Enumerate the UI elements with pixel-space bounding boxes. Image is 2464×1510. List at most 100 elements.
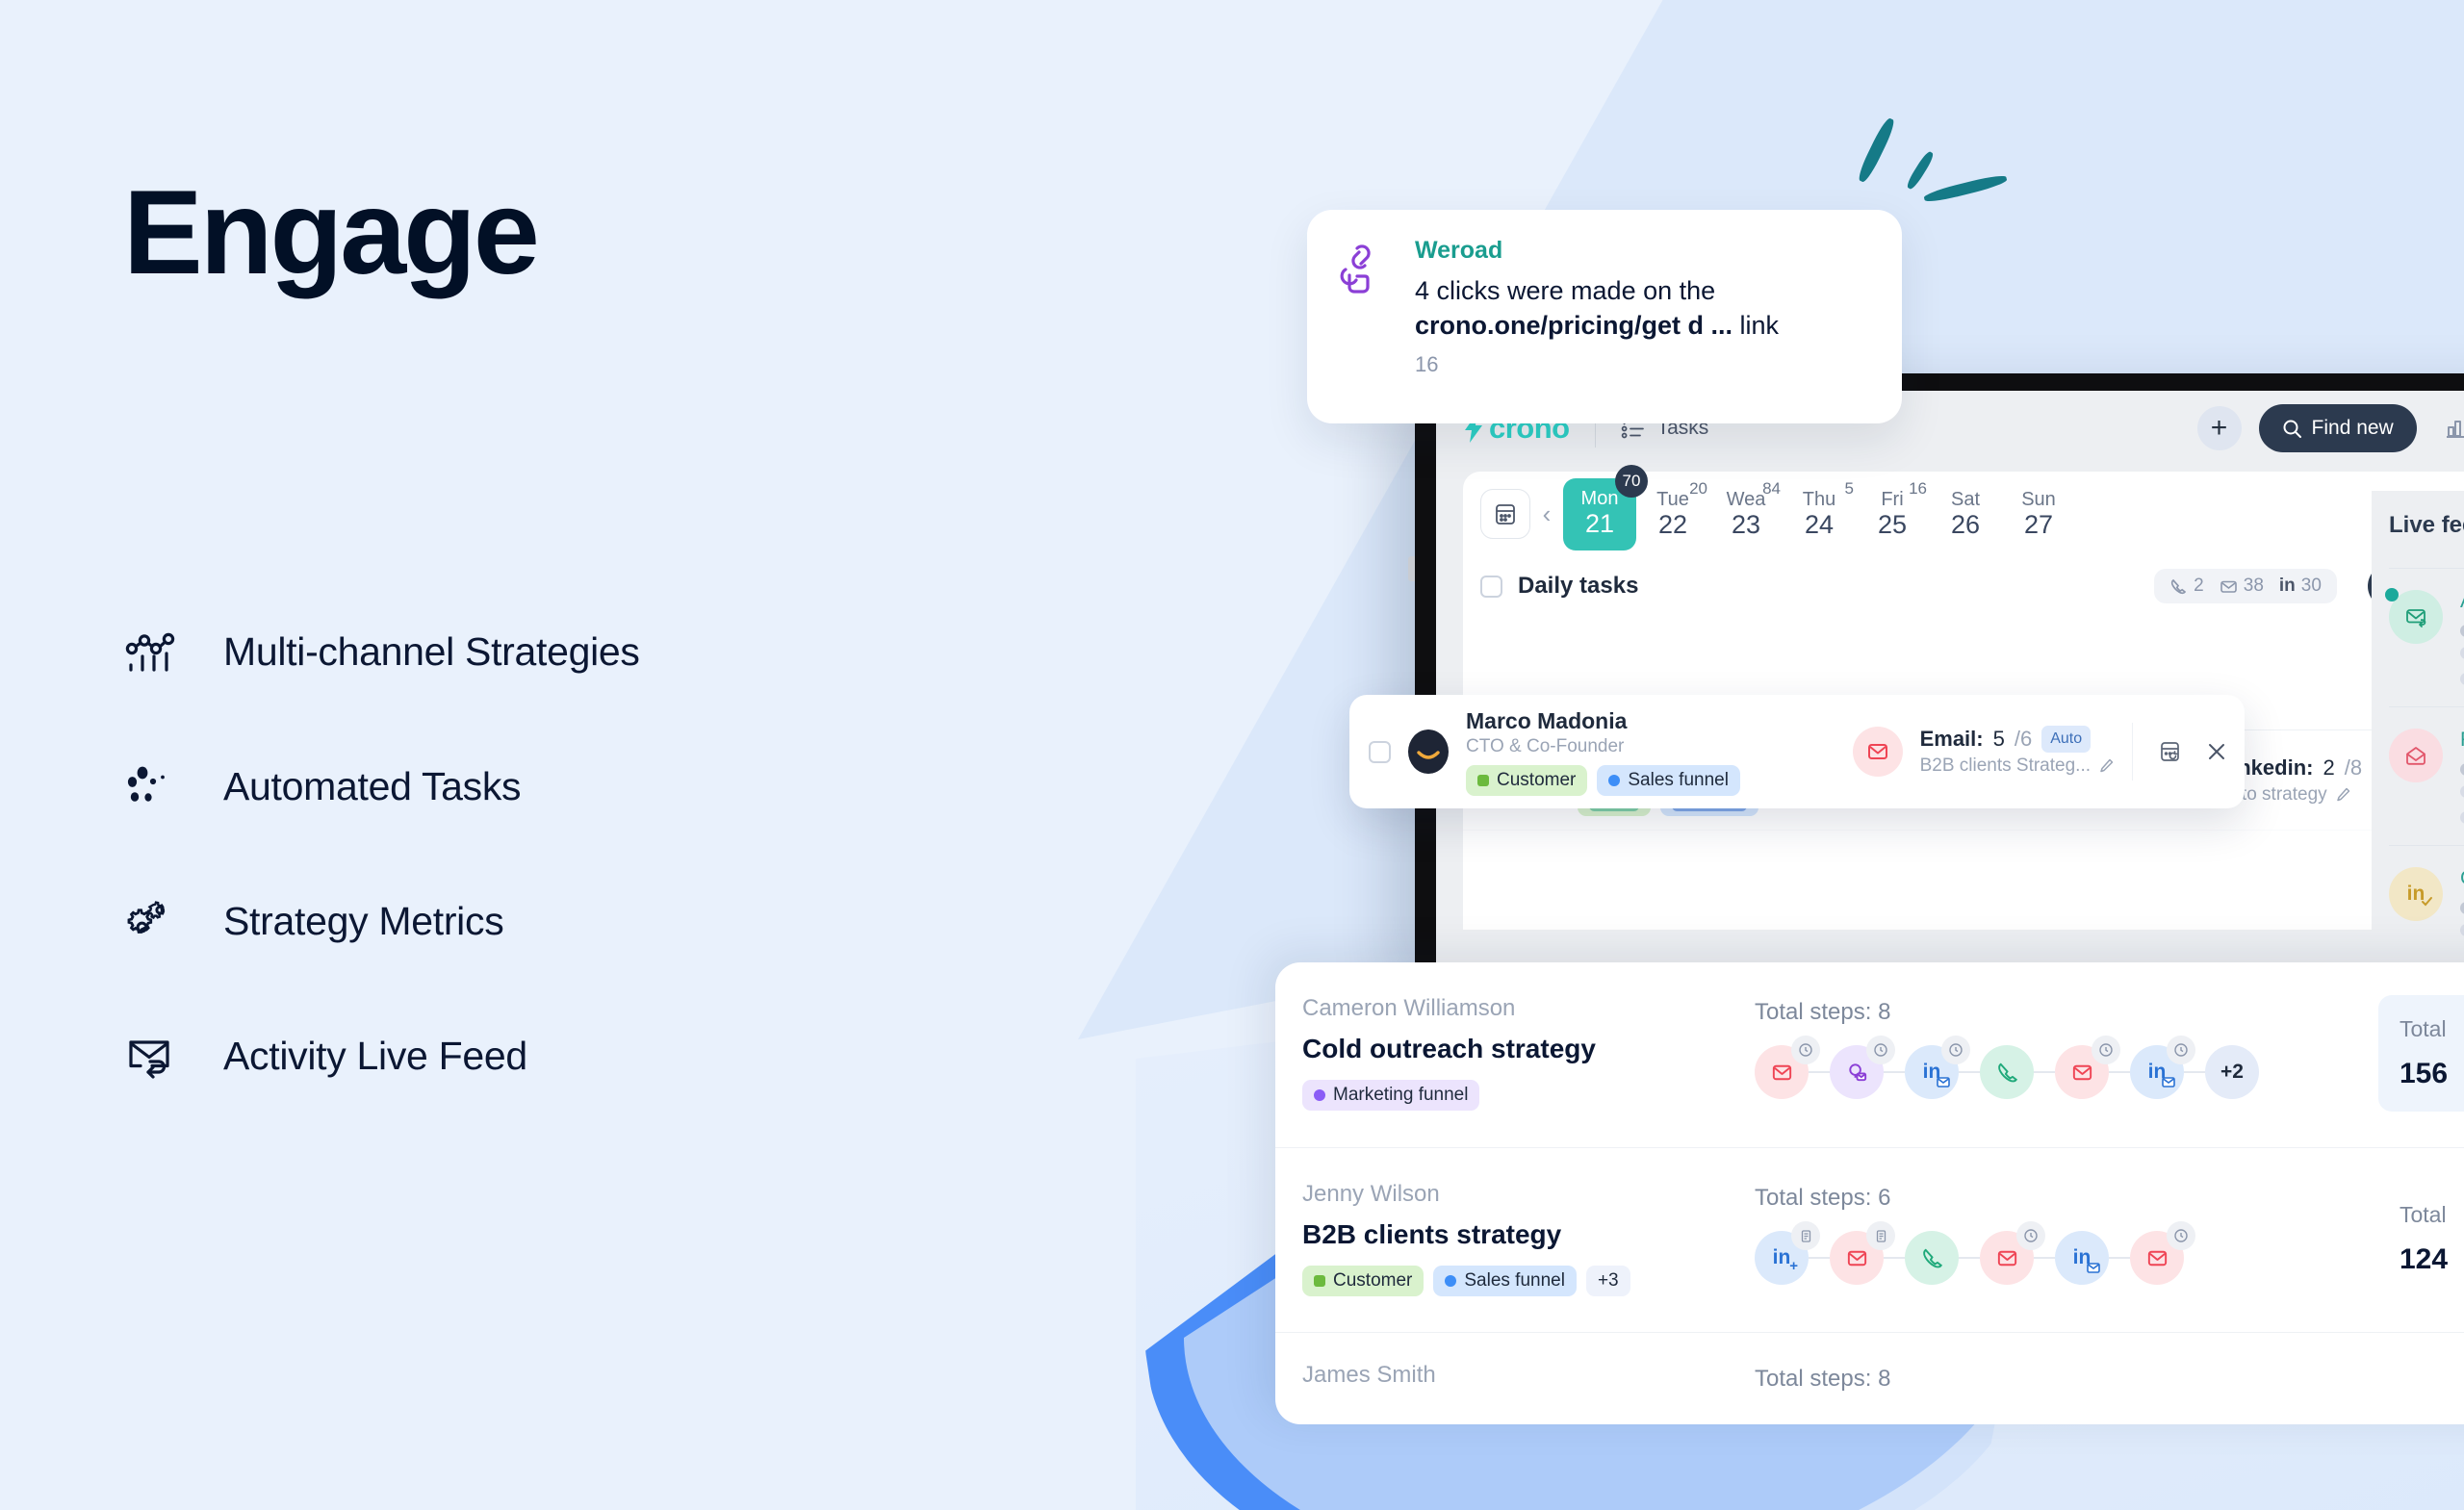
day-mon[interactable]: 70 Mon 21 bbox=[1563, 464, 1648, 550]
toast-lead: 4 clicks were made on the bbox=[1415, 276, 1716, 305]
email-count: 38 bbox=[2220, 576, 2264, 597]
linkedin-add-icon[interactable]: in + bbox=[1755, 1221, 1820, 1285]
bar-chart-icon[interactable] bbox=[2438, 411, 2464, 446]
tablet-device: crono Tasks + Find new ‹ 70 Mon 21 20 Tu… bbox=[1408, 373, 2464, 970]
list-item[interactable]: Pay pal bbox=[2389, 706, 2464, 845]
day-sun[interactable]: Sun 27 bbox=[2002, 489, 2075, 540]
row-checkbox[interactable] bbox=[1369, 740, 1391, 763]
connector bbox=[2109, 1071, 2130, 1073]
strategy-owner: James Smith bbox=[1302, 1362, 1436, 1388]
connector bbox=[1959, 1257, 1980, 1259]
close-icon[interactable] bbox=[2204, 739, 2229, 764]
prev-week-button[interactable]: ‹ bbox=[1530, 499, 1563, 529]
linkedin-email-icon[interactable]: in bbox=[2130, 1036, 2195, 1099]
strategy-steps: Total steps: 8 bbox=[1755, 1362, 2378, 1412]
tag-more[interactable]: +3 bbox=[1585, 1266, 1630, 1296]
linkedin-email-icon[interactable]: in bbox=[2055, 1231, 2109, 1285]
doc-icon bbox=[1866, 1221, 1895, 1250]
live-dot-icon bbox=[2385, 588, 2399, 601]
daily-tasks-bar: Daily tasks 2 38 in 30 bbox=[1463, 556, 2464, 616]
table-row[interactable]: James Smith Total steps: 8 bbox=[1275, 1332, 2464, 1424]
feature-item-automated-tasks: Automated Tasks bbox=[123, 741, 640, 832]
table-row[interactable]: Jenny Wilson B2B clients strategy Custom… bbox=[1275, 1147, 2464, 1332]
day-number: 21 bbox=[1584, 508, 1615, 538]
table-row[interactable]: Cameron Williamson Cold outreach strateg… bbox=[1275, 962, 2464, 1147]
pencil-icon[interactable] bbox=[2335, 786, 2351, 803]
day-thu[interactable]: 5 Thu 24 bbox=[1783, 479, 1856, 540]
strategy-info: Jenny Wilson B2B clients strategy Custom… bbox=[1302, 1181, 1755, 1296]
doc-icon bbox=[1791, 1221, 1820, 1250]
feed-item-body: Pay pal bbox=[2460, 729, 2464, 824]
phone-icon[interactable] bbox=[1905, 1231, 1959, 1285]
placeholder-line bbox=[2460, 647, 2464, 659]
page-root: Engage Multi-channel Strategies Automate… bbox=[0, 0, 2464, 1510]
envelope-reply-icon bbox=[2385, 588, 2443, 644]
table-row[interactable] bbox=[1463, 830, 2464, 930]
step-total: /6 bbox=[2014, 727, 2033, 752]
day-name: Sat bbox=[1950, 488, 1981, 510]
calendar-icon[interactable] bbox=[1480, 489, 1530, 539]
day-sat[interactable]: Sat 26 bbox=[1929, 489, 2002, 540]
phone-icon[interactable] bbox=[1980, 1045, 2034, 1099]
tablet-button bbox=[1408, 556, 1415, 581]
email-icon[interactable] bbox=[1830, 1221, 1895, 1285]
step-done: 2 bbox=[2323, 755, 2335, 780]
tag-sales-funnel[interactable]: Sales funnel bbox=[1597, 764, 1740, 796]
pencil-icon[interactable] bbox=[2098, 757, 2115, 774]
toast-body: Weroad 4 clicks were made on the crono.o… bbox=[1415, 237, 1873, 423]
total-steps-label: Total steps: 8 bbox=[1755, 1366, 1891, 1392]
click-email-icon[interactable] bbox=[1830, 1036, 1895, 1099]
tag-dot-icon bbox=[1477, 774, 1489, 786]
tag-customer[interactable]: Customer bbox=[1302, 1266, 1424, 1296]
total-value: 124 bbox=[2400, 1243, 2449, 1275]
email-icon[interactable] bbox=[1980, 1221, 2045, 1285]
tag-marketing-funnel[interactable]: Marketing funnel bbox=[1302, 1080, 1480, 1111]
list-item[interactable]: in Google bbox=[2389, 845, 2464, 967]
envelope-icon bbox=[2220, 577, 2238, 596]
toast-link[interactable]: crono.one/pricing/get d ... bbox=[1415, 311, 1732, 340]
live-feed-title: Live feed bbox=[2389, 512, 2464, 538]
strategy-steps: Total steps: 6 in + in bbox=[1755, 1181, 2378, 1285]
total-label: Total bbox=[2400, 1016, 2447, 1041]
day-number: 24 bbox=[1804, 509, 1835, 539]
day-name: Sun bbox=[2021, 488, 2056, 510]
add-button[interactable]: + bbox=[2196, 406, 2242, 450]
day-fri[interactable]: 16 Fri 25 bbox=[1856, 479, 1929, 540]
more-steps-button[interactable]: +2 bbox=[2205, 1045, 2259, 1099]
toast-tail: link bbox=[1732, 310, 1780, 340]
connector bbox=[1884, 1257, 1905, 1259]
connector bbox=[1959, 1071, 1980, 1073]
linkedin-email-icon[interactable]: in bbox=[1905, 1036, 1970, 1099]
clock-icon bbox=[2092, 1036, 2120, 1064]
page-title: Engage bbox=[123, 166, 540, 299]
list-item[interactable]: Amazon bbox=[2385, 568, 2464, 706]
analytics-chart-icon bbox=[123, 625, 177, 678]
channel-counters: 2 38 in 30 bbox=[2154, 569, 2337, 603]
tag-customer[interactable]: Customer bbox=[1466, 764, 1588, 796]
clock-icon bbox=[2167, 1036, 2195, 1064]
select-all-checkbox[interactable] bbox=[1480, 575, 1502, 598]
placeholder-line bbox=[2460, 625, 2464, 637]
find-new-button[interactable]: Find new bbox=[2258, 404, 2417, 452]
day-wed[interactable]: 84 Wea 23 bbox=[1709, 479, 1783, 540]
auto-badge: Auto bbox=[2041, 726, 2092, 753]
strategy-name: B2B clients Strateg... bbox=[1919, 755, 2091, 777]
email-icon[interactable] bbox=[1755, 1036, 1820, 1099]
strategy-name-row[interactable]: B2B clients Strateg... bbox=[1920, 754, 2115, 779]
linkedin-check-icon: in bbox=[2389, 867, 2443, 921]
tag-label: Customer bbox=[1333, 1270, 1413, 1291]
highlighted-task-card[interactable]: Marco Madonia CTO & Co-Founder Customer … bbox=[1349, 695, 2245, 808]
connector bbox=[1809, 1257, 1830, 1259]
day-tue[interactable]: 20 Tue 22 bbox=[1636, 479, 1709, 540]
email-icon[interactable] bbox=[2055, 1036, 2120, 1099]
day-list: 70 Mon 21 20 Tue 22 84 Wea 23 5 Thu 24 1… bbox=[1563, 464, 2464, 550]
tag-sales-funnel[interactable]: Sales funnel bbox=[1433, 1266, 1577, 1296]
feature-label: Automated Tasks bbox=[223, 763, 522, 808]
day-number: 27 bbox=[2023, 509, 2054, 539]
search-icon bbox=[2282, 419, 2302, 439]
placeholder-line bbox=[2460, 811, 2464, 824]
notification-toast[interactable]: Weroad 4 clicks were made on the crono.o… bbox=[1307, 210, 1902, 423]
connector bbox=[2034, 1071, 2055, 1073]
email-icon[interactable] bbox=[2130, 1221, 2195, 1285]
snooze-icon[interactable] bbox=[2158, 739, 2183, 764]
